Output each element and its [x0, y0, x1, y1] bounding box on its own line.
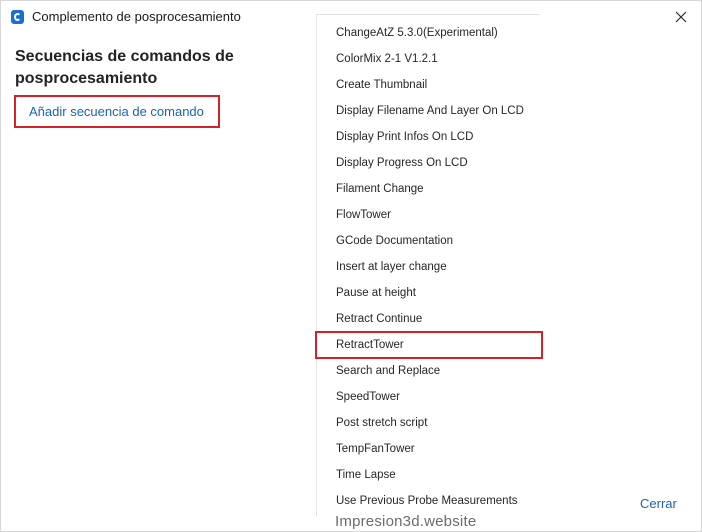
menu-item[interactable]: Insert at layer change	[317, 254, 541, 280]
menu-item[interactable]: Time Lapse	[317, 462, 541, 488]
retracttower-highlight	[315, 331, 543, 359]
menu-item[interactable]: ColorMix 2-1 V1.2.1	[317, 46, 541, 72]
menu-item[interactable]: Display Print Infos On LCD	[317, 124, 541, 150]
menu-item[interactable]: Use Previous Probe Measurements	[317, 488, 541, 514]
menu-item[interactable]: GCode Documentation	[317, 228, 541, 254]
menu-item[interactable]: Filament Change	[317, 176, 541, 202]
menu-item[interactable]: TempFanTower	[317, 436, 541, 462]
menu-item[interactable]: Pause at height	[317, 280, 541, 306]
panel-heading: Secuencias de comandos de posprocesamien…	[15, 48, 234, 87]
watermark: Impresion3d.website	[335, 513, 477, 530]
menu-item[interactable]: Retract Continue	[317, 306, 541, 332]
add-script-highlight: Añadir secuencia de comando	[14, 95, 220, 128]
menu-item[interactable]: Display Filename And Layer On LCD	[317, 98, 541, 124]
menu-item[interactable]: Create Thumbnail	[317, 72, 541, 98]
app-icon	[11, 10, 24, 24]
menu-item[interactable]: Post stretch script	[317, 410, 541, 436]
menu-item[interactable]: Search and Replace	[317, 358, 541, 384]
window-title: Complemento de posprocesamiento	[32, 9, 241, 24]
close-icon	[675, 11, 687, 23]
menu-item[interactable]: SpeedTower	[317, 384, 541, 410]
script-menu: ChangeAtZ 5.3.0(Experimental) ColorMix 2…	[316, 14, 540, 516]
menu-item[interactable]: Display Progress On LCD	[317, 150, 541, 176]
postprocessing-dialog: Complemento de posprocesamiento Secuenci…	[0, 0, 702, 532]
add-script-link[interactable]: Añadir secuencia de comando	[29, 104, 204, 119]
close-window-button[interactable]	[661, 1, 701, 33]
menu-item[interactable]: ChangeAtZ 5.3.0(Experimental)	[317, 20, 541, 46]
menu-item[interactable]: FlowTower	[317, 202, 541, 228]
close-button[interactable]: Cerrar	[640, 496, 677, 511]
